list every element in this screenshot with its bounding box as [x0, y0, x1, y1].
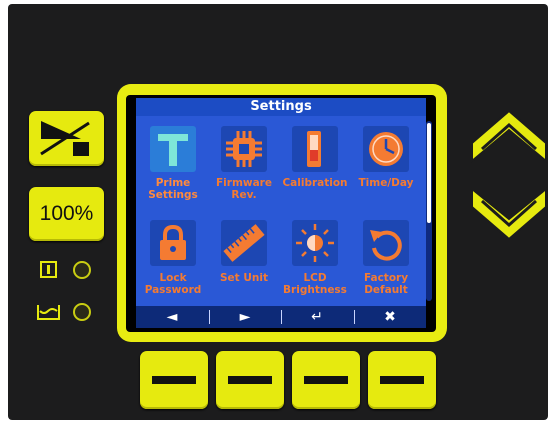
screen-nav-bar: ◄ ► ↵ ✖	[136, 306, 426, 328]
chip-icon	[221, 126, 267, 172]
scrollbar-thumb[interactable]	[427, 123, 431, 223]
dash-icon	[380, 376, 424, 384]
lock-icon	[150, 220, 196, 266]
soft-key-3-button[interactable]	[292, 351, 360, 409]
clock-icon	[363, 126, 409, 172]
menu-item-label: Lock Password	[144, 272, 202, 296]
dash-icon	[304, 376, 348, 384]
soft-key-1-button[interactable]	[140, 351, 208, 409]
up-arrow-button[interactable]	[468, 103, 550, 169]
play-stop-button[interactable]	[29, 111, 104, 166]
thermometer-icon	[292, 126, 338, 172]
soft-key-2-button[interactable]	[216, 351, 284, 409]
menu-item-label: Prime Settings	[148, 177, 198, 201]
reset-icon	[363, 220, 409, 266]
nav-left-icon: ◄	[166, 309, 178, 325]
lcd-screen: Settings Prime Settings Firmware Rev. Ca…	[126, 95, 436, 332]
nav-enter-icon: ↵	[311, 309, 323, 325]
dash-icon	[152, 376, 196, 384]
menu-item-label: Calibration	[282, 177, 348, 189]
dash-icon	[228, 376, 272, 384]
nav-close-icon: ✖	[384, 309, 396, 325]
menu-item-label: Firmware Rev.	[216, 177, 272, 201]
soft-key-4-button[interactable]	[368, 351, 436, 409]
down-arrow-button[interactable]	[468, 181, 550, 247]
tank-status-led	[73, 303, 91, 321]
menu-scrollbar[interactable]	[426, 121, 432, 301]
screen-title: Settings	[136, 98, 426, 116]
tank-level-icon	[37, 305, 60, 320]
menu-item-label: Factory Default	[363, 272, 409, 296]
menu-item-label: LCD Brightness	[283, 272, 347, 296]
percent-button-label: 100%	[39, 202, 94, 225]
brightness-icon	[292, 220, 338, 266]
dose-status-led	[73, 261, 91, 279]
settings-menu: Prime Settings Firmware Rev. Calibration…	[136, 116, 426, 306]
prime-t-icon	[150, 126, 196, 172]
nav-right-icon: ►	[239, 309, 251, 325]
dose-indicator-icon	[40, 261, 57, 278]
play-stop-icon	[40, 121, 90, 156]
menu-item-label: Time/Day	[358, 177, 414, 189]
menu-item-label: Set Unit	[220, 272, 268, 284]
ruler-icon	[221, 220, 267, 266]
percent-button[interactable]: 100%	[29, 187, 104, 241]
